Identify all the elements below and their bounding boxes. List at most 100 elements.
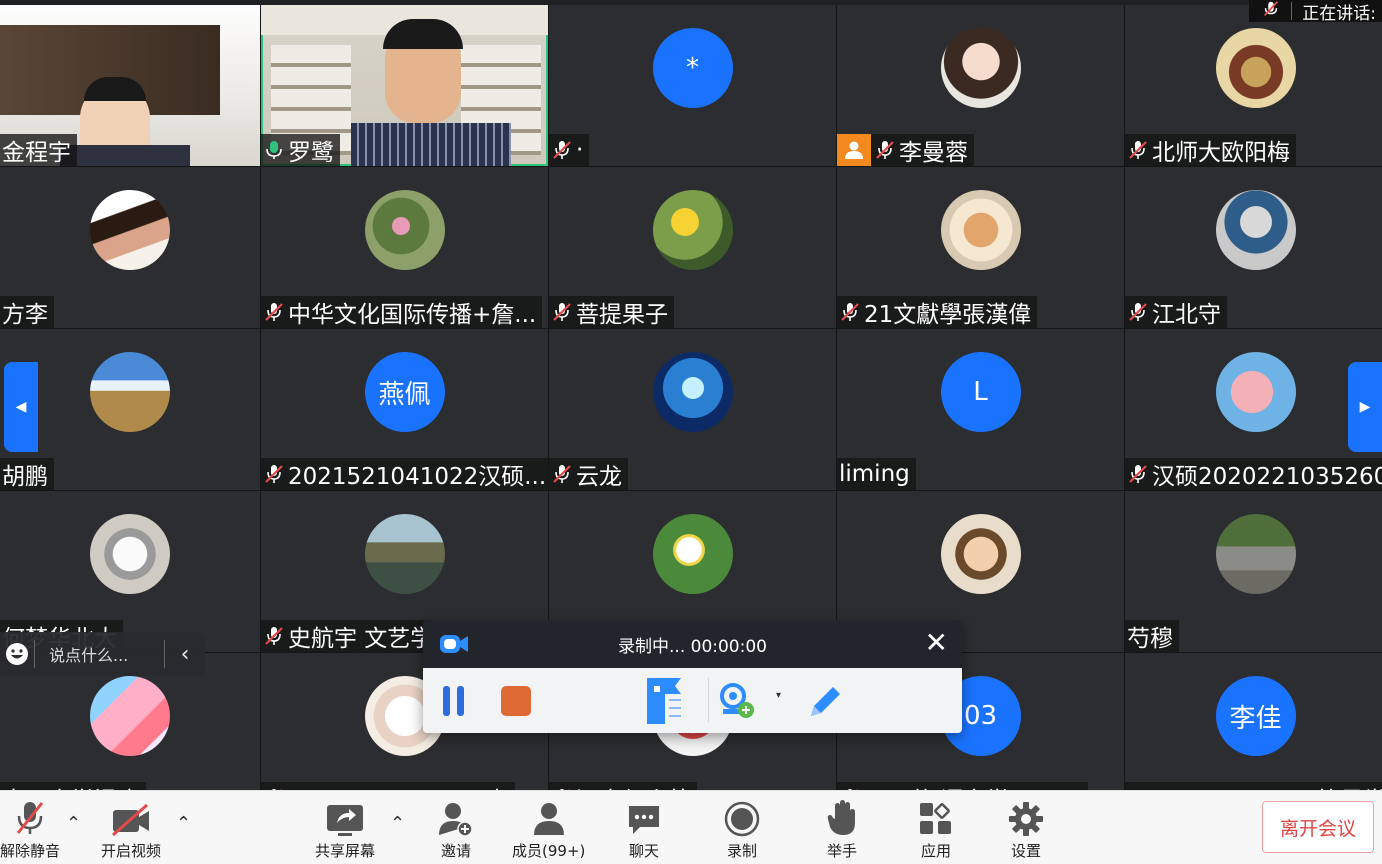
- participant-tile[interactable]: 云龙: [549, 329, 836, 490]
- recording-status: 录制中... 00:00:00: [618, 636, 767, 657]
- avatar-initials: 燕佩: [378, 379, 431, 410]
- participant-tile[interactable]: 燕佩 2021521041022汉硕...: [261, 329, 548, 490]
- video-options-chevron-icon[interactable]: ⌃: [176, 813, 191, 834]
- muted-mic-icon: [263, 463, 285, 485]
- prev-page-button[interactable]: ◀: [4, 362, 38, 452]
- avatar: [364, 514, 445, 594]
- stop-icon[interactable]: [499, 684, 533, 722]
- avatar: [652, 514, 733, 594]
- leave-meeting-button[interactable]: 离开会议: [1262, 801, 1374, 853]
- avatar: [1215, 190, 1296, 270]
- collapse-chevron-icon[interactable]: ‹: [165, 642, 205, 667]
- participant-nameplate: 菩提果子: [549, 296, 674, 328]
- raise-hand-button[interactable]: 举手: [826, 797, 858, 861]
- participant-tile[interactable]: 罗鹭: [261, 5, 548, 166]
- participant-name: 21文獻學張漢偉: [864, 302, 1032, 328]
- chat-placeholder[interactable]: 说点什么...: [35, 642, 164, 666]
- dropdown-caret-icon[interactable]: ▾: [776, 690, 781, 701]
- participant-nameplate: ·: [549, 134, 590, 166]
- pen-icon[interactable]: [805, 682, 845, 726]
- muted-mic-icon: [10, 797, 50, 837]
- close-icon[interactable]: ✕: [925, 629, 948, 657]
- avatar: [652, 190, 733, 270]
- record-button[interactable]: 录制: [724, 797, 760, 861]
- participant-tile[interactable]: 北师大欧阳梅: [1125, 5, 1382, 166]
- participant-tile[interactable]: * ·: [549, 5, 836, 166]
- apps-icon: [918, 797, 954, 837]
- invite-button[interactable]: 邀请: [438, 797, 474, 861]
- participant-name: 金程宇: [2, 140, 71, 166]
- avatar: [90, 352, 170, 432]
- next-page-button[interactable]: ▶: [1348, 362, 1382, 452]
- participant-name: 汉硕2020221035260: [1152, 464, 1382, 490]
- share-options-chevron-icon[interactable]: ⌃: [390, 813, 405, 834]
- avatar: 燕佩: [364, 352, 445, 432]
- participant-tile[interactable]: 金程宇: [0, 5, 260, 166]
- avatar-initials: *: [686, 53, 699, 83]
- settings-button[interactable]: 设置: [1008, 797, 1044, 861]
- chat-button[interactable]: 聊天: [626, 797, 662, 861]
- avatar: L: [940, 352, 1021, 432]
- participant-tile[interactable]: 菩提果子: [549, 167, 836, 328]
- participant-nameplate: 方李: [0, 296, 54, 328]
- participant-nameplate: 中华文化国际传播+詹...: [261, 296, 543, 328]
- participant-nameplate: 史航宇 文艺学: [261, 620, 440, 652]
- participant-tile[interactable]: 江北守: [1125, 167, 1382, 328]
- participant-nameplate: liming: [837, 458, 916, 490]
- participant-tile[interactable]: 方李: [0, 167, 260, 328]
- muted-mic-icon: [839, 301, 861, 323]
- muted-mic-icon: [551, 139, 573, 161]
- speaking-label: 正在讲话:: [1302, 3, 1376, 24]
- share-screen-button[interactable]: 共享屏幕: [315, 797, 375, 861]
- start-video-button[interactable]: 开启视频: [101, 797, 161, 861]
- avatar: [1215, 352, 1296, 432]
- members-button[interactable]: 成员(99+): [512, 797, 585, 861]
- chevron-left-icon: ◀: [15, 399, 27, 415]
- participant-tile[interactable]: 芍穆: [1125, 491, 1382, 652]
- avatar: [940, 514, 1021, 594]
- video-off-icon: [109, 797, 153, 837]
- participant-nameplate: 金程宇: [0, 134, 77, 166]
- avatar: [90, 190, 170, 270]
- avatar: *: [652, 28, 733, 108]
- participant-nameplate: 云龙: [549, 458, 628, 490]
- participant-tile[interactable]: 汉硕2020221035260: [1125, 329, 1382, 490]
- pause-icon[interactable]: [441, 684, 467, 722]
- participant-tile[interactable]: Lliming: [837, 329, 1124, 490]
- recording-controls: ▾: [423, 668, 962, 733]
- chat-bubble-icon: [626, 797, 662, 837]
- participant-name: 胡鹏: [2, 464, 48, 490]
- muted-mic-icon: [551, 463, 573, 485]
- apps-button[interactable]: 应用: [918, 797, 954, 861]
- muted-mic-icon: [874, 139, 896, 161]
- unmute-button[interactable]: 解除静音: [0, 797, 60, 861]
- participant-nameplate: 江北守: [1125, 296, 1227, 328]
- emoji-icon[interactable]: [0, 642, 34, 666]
- participant-tile[interactable]: 何梦华北大: [0, 491, 260, 652]
- guest-user-icon: [837, 134, 871, 166]
- participant-name: 云龙: [576, 464, 622, 490]
- chat-input-bar[interactable]: 说点什么... ‹: [0, 632, 205, 676]
- participant-tile[interactable]: 胡鹏: [0, 329, 260, 490]
- muted-mic-icon: [1127, 139, 1149, 161]
- participant-nameplate: 罗鹭: [261, 134, 340, 166]
- recording-panel: 录制中... 00:00:00 ✕ ▾: [423, 620, 962, 733]
- avatar-initials: 03: [963, 701, 998, 731]
- muted-mic-icon: [263, 301, 285, 323]
- participant-name: 菩提果子: [576, 302, 668, 328]
- participant-nameplate: 胡鹏: [0, 458, 54, 490]
- participant-nameplate: 2021521041022汉硕...: [261, 458, 548, 490]
- avatar: [90, 676, 170, 756]
- bookmark-icon[interactable]: [645, 676, 685, 730]
- participant-tile[interactable]: 中华文化国际传播+詹...: [261, 167, 548, 328]
- bottom-toolbar: 解除静音 ⌃ 开启视频 ⌃ 共享屏幕 ⌃ 邀请 成员(99+) 聊天 录制 举手…: [0, 790, 1382, 864]
- participant-nameplate: 芍穆: [1125, 620, 1179, 652]
- audio-options-chevron-icon[interactable]: ⌃: [66, 813, 81, 834]
- avatar: [1215, 514, 1296, 594]
- participant-name: 北师大欧阳梅: [1152, 140, 1290, 166]
- webcam-add-icon[interactable]: [719, 682, 757, 726]
- avatar: 李佳: [1215, 676, 1296, 756]
- participant-tile[interactable]: 21文獻學張漢偉: [837, 167, 1124, 328]
- participant-tile[interactable]: 李曼蓉: [837, 5, 1124, 166]
- participant-name: 江北守: [1152, 302, 1221, 328]
